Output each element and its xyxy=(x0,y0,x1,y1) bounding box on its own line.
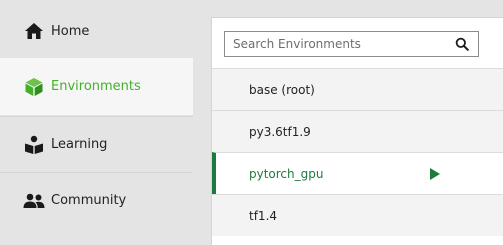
sidebar-item-label: Environments xyxy=(51,79,141,94)
search-input[interactable] xyxy=(225,33,451,55)
sidebar-item-environments[interactable]: Environments xyxy=(0,58,193,115)
environment-item-tf14[interactable]: tf1.4 xyxy=(212,194,503,236)
sidebar: Home Environments Learning Community xyxy=(0,0,193,245)
environment-item-pytorch-gpu[interactable]: pytorch_gpu xyxy=(212,152,503,194)
people-icon xyxy=(23,190,45,212)
sidebar-item-label: Community xyxy=(51,193,127,208)
play-icon[interactable] xyxy=(429,167,441,181)
sidebar-item-learning[interactable]: Learning xyxy=(0,116,193,172)
sidebar-item-home[interactable]: Home xyxy=(0,3,193,59)
book-reader-icon xyxy=(23,134,45,156)
environment-item-base-root[interactable]: base (root) xyxy=(212,68,503,110)
search-icon[interactable] xyxy=(451,33,473,55)
sidebar-item-label: Home xyxy=(51,23,90,39)
home-icon xyxy=(23,20,45,42)
environment-name: base (root) xyxy=(249,82,315,97)
environment-name: pytorch_gpu xyxy=(249,166,324,181)
environments-panel: base (root) py3.6tf1.9 pytorch_gpu tf1.4 xyxy=(211,17,503,245)
environment-name: tf1.4 xyxy=(249,208,278,223)
environment-item-py36tf19[interactable]: py3.6tf1.9 xyxy=(212,110,503,152)
search-box xyxy=(224,31,479,57)
cube-icon xyxy=(23,76,45,98)
sidebar-item-label: Learning xyxy=(51,137,108,152)
environment-name: py3.6tf1.9 xyxy=(249,124,311,139)
sidebar-item-community[interactable]: Community xyxy=(0,172,193,228)
